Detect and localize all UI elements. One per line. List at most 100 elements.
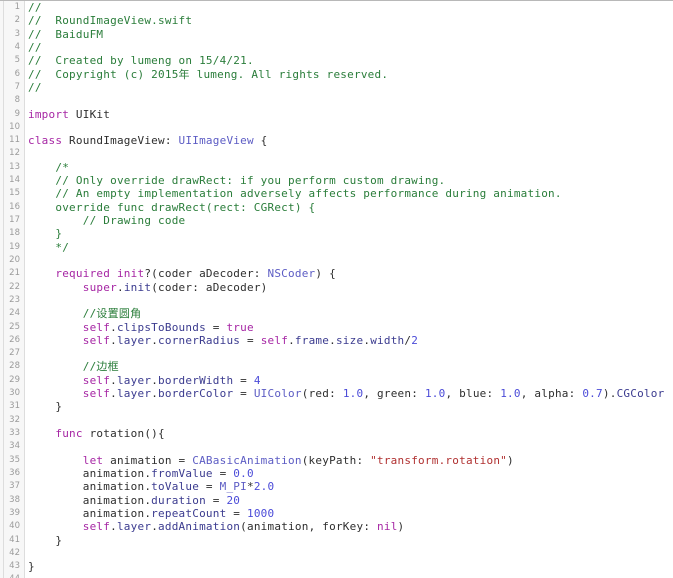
token-prop: width [370, 333, 405, 347]
token-plain: . [116, 280, 124, 294]
token-com: //边框 [28, 360, 119, 374]
token-prop: layer [116, 520, 152, 534]
token-prop: init [123, 280, 152, 294]
line-number: 27 [9, 348, 20, 359]
token-num: 1.0 [500, 387, 521, 401]
token-prop: clipsToBounds [116, 320, 206, 334]
code-line-text: class RoundImageView: UIImageView { [25, 134, 268, 147]
token-type: UIImageView [178, 134, 254, 148]
token-com: // BaiduFM [28, 27, 104, 41]
code-line-text: // BaiduFM [25, 28, 103, 41]
code-line[interactable]: 4 // [0, 41, 673, 54]
code-line[interactable]: 23 [0, 294, 673, 307]
token-type: UIColor [253, 387, 302, 401]
code-line[interactable]: 35 let animation = CABasicAnimation(keyP… [0, 454, 673, 467]
token-plain: ) { [315, 267, 336, 281]
code-line[interactable]: 5 // Created by lumeng on 15/4/21. [0, 54, 673, 67]
code-line[interactable]: 32 [0, 414, 673, 427]
token-prop: duration [151, 493, 206, 507]
code-line[interactable]: 25 self.clipsToBounds = true [0, 321, 673, 334]
code-line[interactable]: 17 // Drawing code [0, 214, 673, 227]
code-line[interactable]: 15 // An empty implementation adversely … [0, 187, 673, 200]
code-line[interactable]: 36 animation.fromValue = 0.0 [0, 467, 673, 480]
code-line-text: animation.fromValue = 0.0 [25, 467, 254, 480]
token-com: // [28, 1, 42, 14]
token-plain: . [151, 333, 159, 347]
token-plain: = [205, 493, 227, 507]
code-line-text: func rotation(){ [25, 427, 165, 440]
code-line[interactable]: 9 import UIKit [0, 108, 673, 121]
token-com: // RoundImageView.swift [28, 14, 193, 28]
token-plain: animation. [28, 480, 152, 494]
token-com: //设置圆角 [28, 307, 142, 321]
code-line[interactable]: 43} [0, 560, 673, 573]
code-line[interactable]: 34 [0, 440, 673, 453]
token-str: "transform.rotation" [370, 453, 508, 467]
code-line-text: } [25, 560, 35, 573]
token-plain: = [212, 466, 234, 480]
code-line-text: // Created by lumeng on 15/4/21. [25, 54, 254, 67]
code-line[interactable]: 20 [0, 254, 673, 267]
code-line[interactable]: 22 super.init(coder: aDecoder) [0, 281, 673, 294]
code-line-text: override func drawRect(rect: CGRect) { [25, 201, 315, 214]
line-number: 37 [9, 481, 20, 492]
code-line[interactable]: 24 //设置圆角 [0, 307, 673, 320]
code-line[interactable]: 44 [0, 573, 673, 578]
line-number: 36 [9, 467, 20, 478]
token-plain: animation. [28, 466, 152, 480]
code-line[interactable]: 3 // BaiduFM [0, 28, 673, 41]
code-line[interactable]: 42 [0, 547, 673, 560]
code-line[interactable]: 30 self.layer.borderColor = UIColor(red:… [0, 387, 673, 400]
token-num: 2.0 [253, 480, 275, 494]
code-line[interactable]: 29 self.layer.borderWidth = 4 [0, 374, 673, 387]
line-number: 35 [9, 454, 20, 465]
code-line[interactable]: 14 // Only override drawRect: if you per… [0, 174, 673, 187]
code-line[interactable]: 10 [0, 121, 673, 134]
code-line[interactable]: 18 } [0, 227, 673, 240]
code-line-text: */ [25, 241, 69, 254]
code-line-text: import UIKit [25, 108, 110, 121]
line-number: 18 [9, 228, 20, 239]
code-line[interactable]: 6 // Copyright (c) 2015年 lumeng. All righ… [0, 68, 673, 81]
token-type: CABasicAnimation [192, 453, 302, 467]
code-line[interactable]: 8 [0, 94, 673, 107]
token-plain: * [246, 480, 254, 494]
code-editor-viewport[interactable]: 1 // 2 // RoundImageView.swift 3 // BaiduFM 4 /… [0, 0, 673, 578]
code-line[interactable]: 13 /* [0, 161, 673, 174]
code-line[interactable]: 37 animation.toValue = M_PI*2.0 [0, 480, 673, 493]
code-line[interactable]: 11 class RoundImageView: UIImageView { [0, 134, 673, 147]
code-line[interactable]: 38 animation.duration = 20 [0, 494, 673, 507]
token-prop: repeatCount [151, 506, 227, 520]
line-number: 44 [0, 573, 25, 578]
code-line[interactable]: 16 override func drawRect(rect: CGRect) … [0, 201, 673, 214]
code-lines-container[interactable]: 1 // 2 // RoundImageView.swift 3 // BaiduFM 4 /… [0, 1, 673, 578]
code-line[interactable]: 39 animation.repeatCount = 1000 [0, 507, 673, 520]
code-line[interactable]: 27 [0, 347, 673, 360]
token-prop: layer [116, 333, 152, 347]
code-line[interactable]: 33 func rotation(){ [0, 427, 673, 440]
token-plain: (coder: aDecoder) [151, 280, 268, 294]
token-key: self [82, 387, 111, 401]
line-number: 28 [9, 361, 20, 372]
code-line[interactable]: 26 self.layer.cornerRadius = self.frame.… [0, 334, 673, 347]
code-line[interactable]: 2 // RoundImageView.swift [0, 14, 673, 27]
code-line[interactable]: 31 } [0, 400, 673, 413]
code-line[interactable]: 21 required init?(coder aDecoder: NSCode… [0, 267, 673, 280]
line-number: 19 [9, 241, 20, 252]
line-number: 16 [9, 201, 20, 212]
code-line[interactable]: 28 //边框 [0, 360, 673, 373]
token-num: 1.0 [342, 387, 364, 401]
token-com: // An empty implementation adversely aff… [28, 187, 562, 201]
code-line[interactable]: 1 // [0, 1, 673, 14]
code-line[interactable]: 12 [0, 147, 673, 160]
line-number: 33 [9, 428, 20, 438]
code-line[interactable]: 40 self.layer.addAnimation(animation, fo… [0, 520, 673, 533]
code-line[interactable]: 7 // [0, 81, 673, 94]
code-line[interactable]: 41 } [0, 534, 673, 547]
code-line[interactable]: 19 */ [0, 241, 673, 254]
line-number: 23 [9, 294, 20, 305]
token-plain: rotation(){ [82, 427, 165, 440]
line-number: 9 [14, 108, 20, 119]
token-num: 1.0 [424, 387, 446, 401]
